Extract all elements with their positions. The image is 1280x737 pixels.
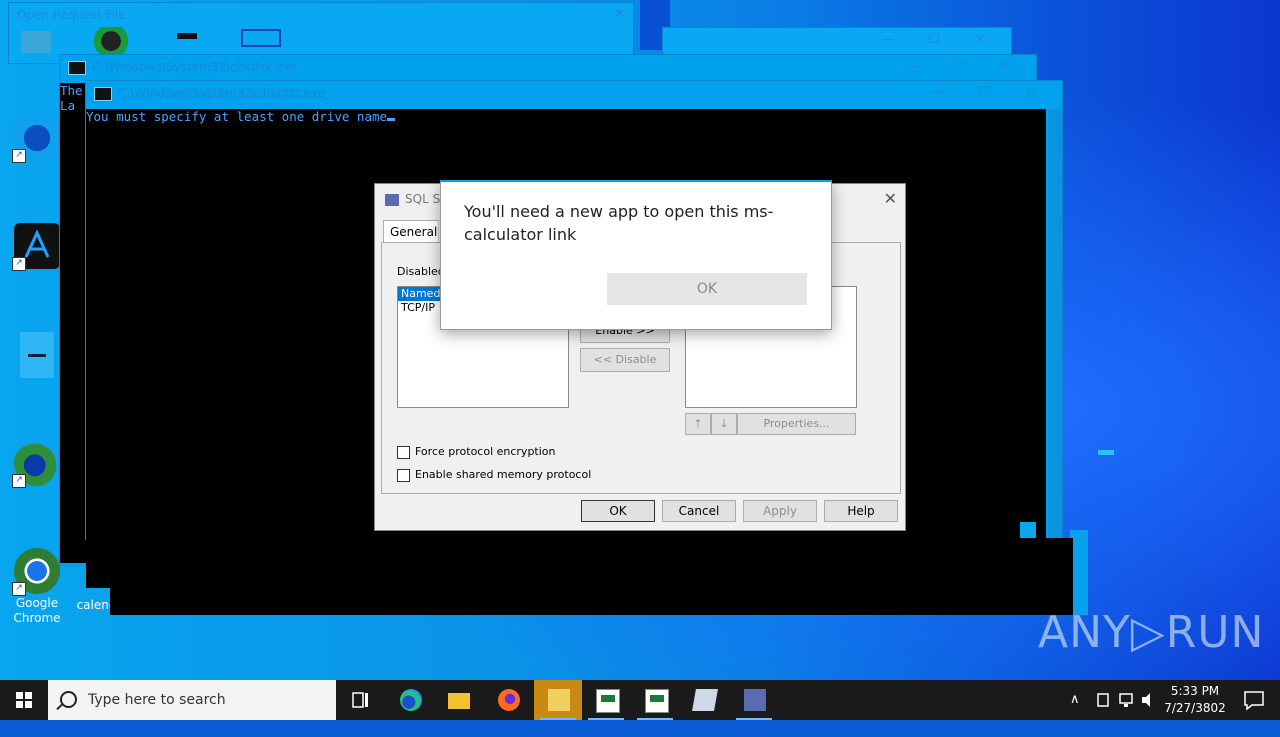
disabled-protocols-label: Disabled [397,265,445,278]
properties-button[interactable]: Properties... [737,413,856,435]
console-extension [86,538,110,588]
file-icon [20,332,54,378]
help-button[interactable]: Help [824,500,898,522]
taskbar-edge[interactable] [386,680,434,720]
window-controls: — ☐ ✕ [916,81,1054,105]
map-app-icon [692,689,718,711]
firefox-icon [498,689,520,711]
glitch-strip [1098,450,1114,455]
search-placeholder: Type here to search [88,692,226,708]
toolbar-icon[interactable] [91,27,131,55]
window-titlebar: Open Request File [9,3,633,27]
console-output: The La [60,83,86,563]
notifications-button[interactable] [1234,680,1274,720]
move-down-button[interactable]: 🡓 [711,413,737,435]
taskbar-app-3[interactable] [680,680,728,720]
edge-icon: ↗ [12,440,60,488]
close-button[interactable]: ✕ [884,184,897,214]
maximize-button[interactable]: ☐ [962,81,1008,105]
shortcut-arrow-icon: ↗ [12,149,26,163]
taskbar-console-1[interactable] [582,680,630,720]
taskbar-console-2[interactable] [631,680,679,720]
close-button[interactable]: ✕ [957,28,1003,52]
tray-icons[interactable] [1096,680,1156,720]
console-icon [68,60,86,75]
taskbar-app-active[interactable] [534,680,582,720]
glitch-strip [1020,522,1036,538]
clock-date: 7/27/3802 [1164,701,1226,715]
disable-button[interactable]: << Disable [580,348,670,372]
console-cursor [387,118,396,121]
close-button[interactable]: ✕ [982,55,1028,79]
toolbar-icon[interactable] [21,31,51,53]
scrollbar-track[interactable] [1073,540,1088,615]
taskbar-sql-config[interactable] [730,680,778,720]
key-app-icon [548,689,570,711]
console-icon [94,86,112,101]
window-controls: — ☐ ✕ [890,55,1028,79]
shortcut-arrow-icon: ↗ [12,474,26,488]
acrobat-icon: ↗ [12,223,60,271]
popup-message: You'll need a new app to open this ms-ca… [464,202,774,244]
minimize-button[interactable]: — [916,81,962,105]
window-title: C:\Windows\System32\chkntfs.exe [118,86,326,100]
popup-ok-button[interactable]: OK [607,273,807,305]
toolbar-icon[interactable] [241,29,281,47]
sql-server-icon [744,689,766,711]
ok-button[interactable]: OK [581,500,655,522]
apply-button[interactable]: Apply [743,500,817,522]
window-title: C:\Windows\System32\chkdsk.exe [92,60,298,74]
shared-memory-checkbox[interactable] [397,469,410,482]
app-icon: ↗ [12,115,60,163]
console-app-icon [645,689,669,713]
folder-icon [448,693,470,709]
move-up-button[interactable]: 🡑 [685,413,711,435]
console-line: The [60,83,83,98]
sql-server-icon [385,193,399,206]
search-icon [60,691,77,708]
toolbar-icon[interactable] [177,33,197,39]
force-encryption-checkbox[interactable] [397,446,410,459]
taskbar-clock[interactable]: 5:33 PM 7/27/3802 [1160,680,1230,720]
scrollbar[interactable] [1048,109,1062,539]
volume-icon [1142,693,1150,707]
console-line: La [60,98,76,113]
console-extension [110,538,1073,615]
taskbar-firefox[interactable] [484,680,532,720]
taskbar: Type here to search ∧ 5:33 PM 7/27/3802 [0,680,1280,720]
shortcut-arrow-icon: ↗ [12,582,26,596]
force-encryption-label: Force protocol encryption [415,445,556,458]
minimize-button[interactable]: — [865,28,911,52]
security-icon [1097,693,1109,707]
window-title: Open Request File [17,8,126,22]
tab-general[interactable]: General [383,220,445,243]
windows-logo-icon [16,692,32,708]
taskbar-search-box[interactable]: Type here to search [48,680,336,720]
show-hidden-icons-chevron[interactable]: ∧ [1070,680,1080,720]
shared-memory-label: Enable shared memory protocol [415,468,592,481]
notification-icon [1244,691,1264,711]
anyrun-watermark: ANY▷RUN [1038,607,1265,658]
console-app-icon [596,689,620,713]
cancel-button[interactable]: Cancel [662,500,736,522]
taskbar-file-explorer[interactable] [434,680,482,720]
chrome-icon: ↗ [12,548,60,596]
new-app-popup[interactable]: You'll need a new app to open this ms-ca… [440,180,832,330]
shortcut-arrow-icon: ↗ [12,257,26,271]
desktop-icon-label: Google Chrome [13,596,61,625]
task-view-icon [352,692,368,708]
close-button[interactable]: ✕ [1008,81,1054,105]
maximize-button[interactable]: ☐ [911,28,957,52]
minimize-button[interactable]: — [890,55,936,79]
start-button[interactable] [0,680,48,720]
network-icon [1119,693,1133,707]
close-button[interactable]: ✕ [614,7,625,22]
console-line: You must specify at least one drive name [86,109,388,124]
edge-icon [400,689,422,711]
window-controls: — ☐ ✕ [865,28,1003,52]
clock-time: 5:33 PM [1170,684,1220,698]
task-view-button[interactable] [336,680,384,720]
maximize-button[interactable]: ☐ [936,55,982,79]
